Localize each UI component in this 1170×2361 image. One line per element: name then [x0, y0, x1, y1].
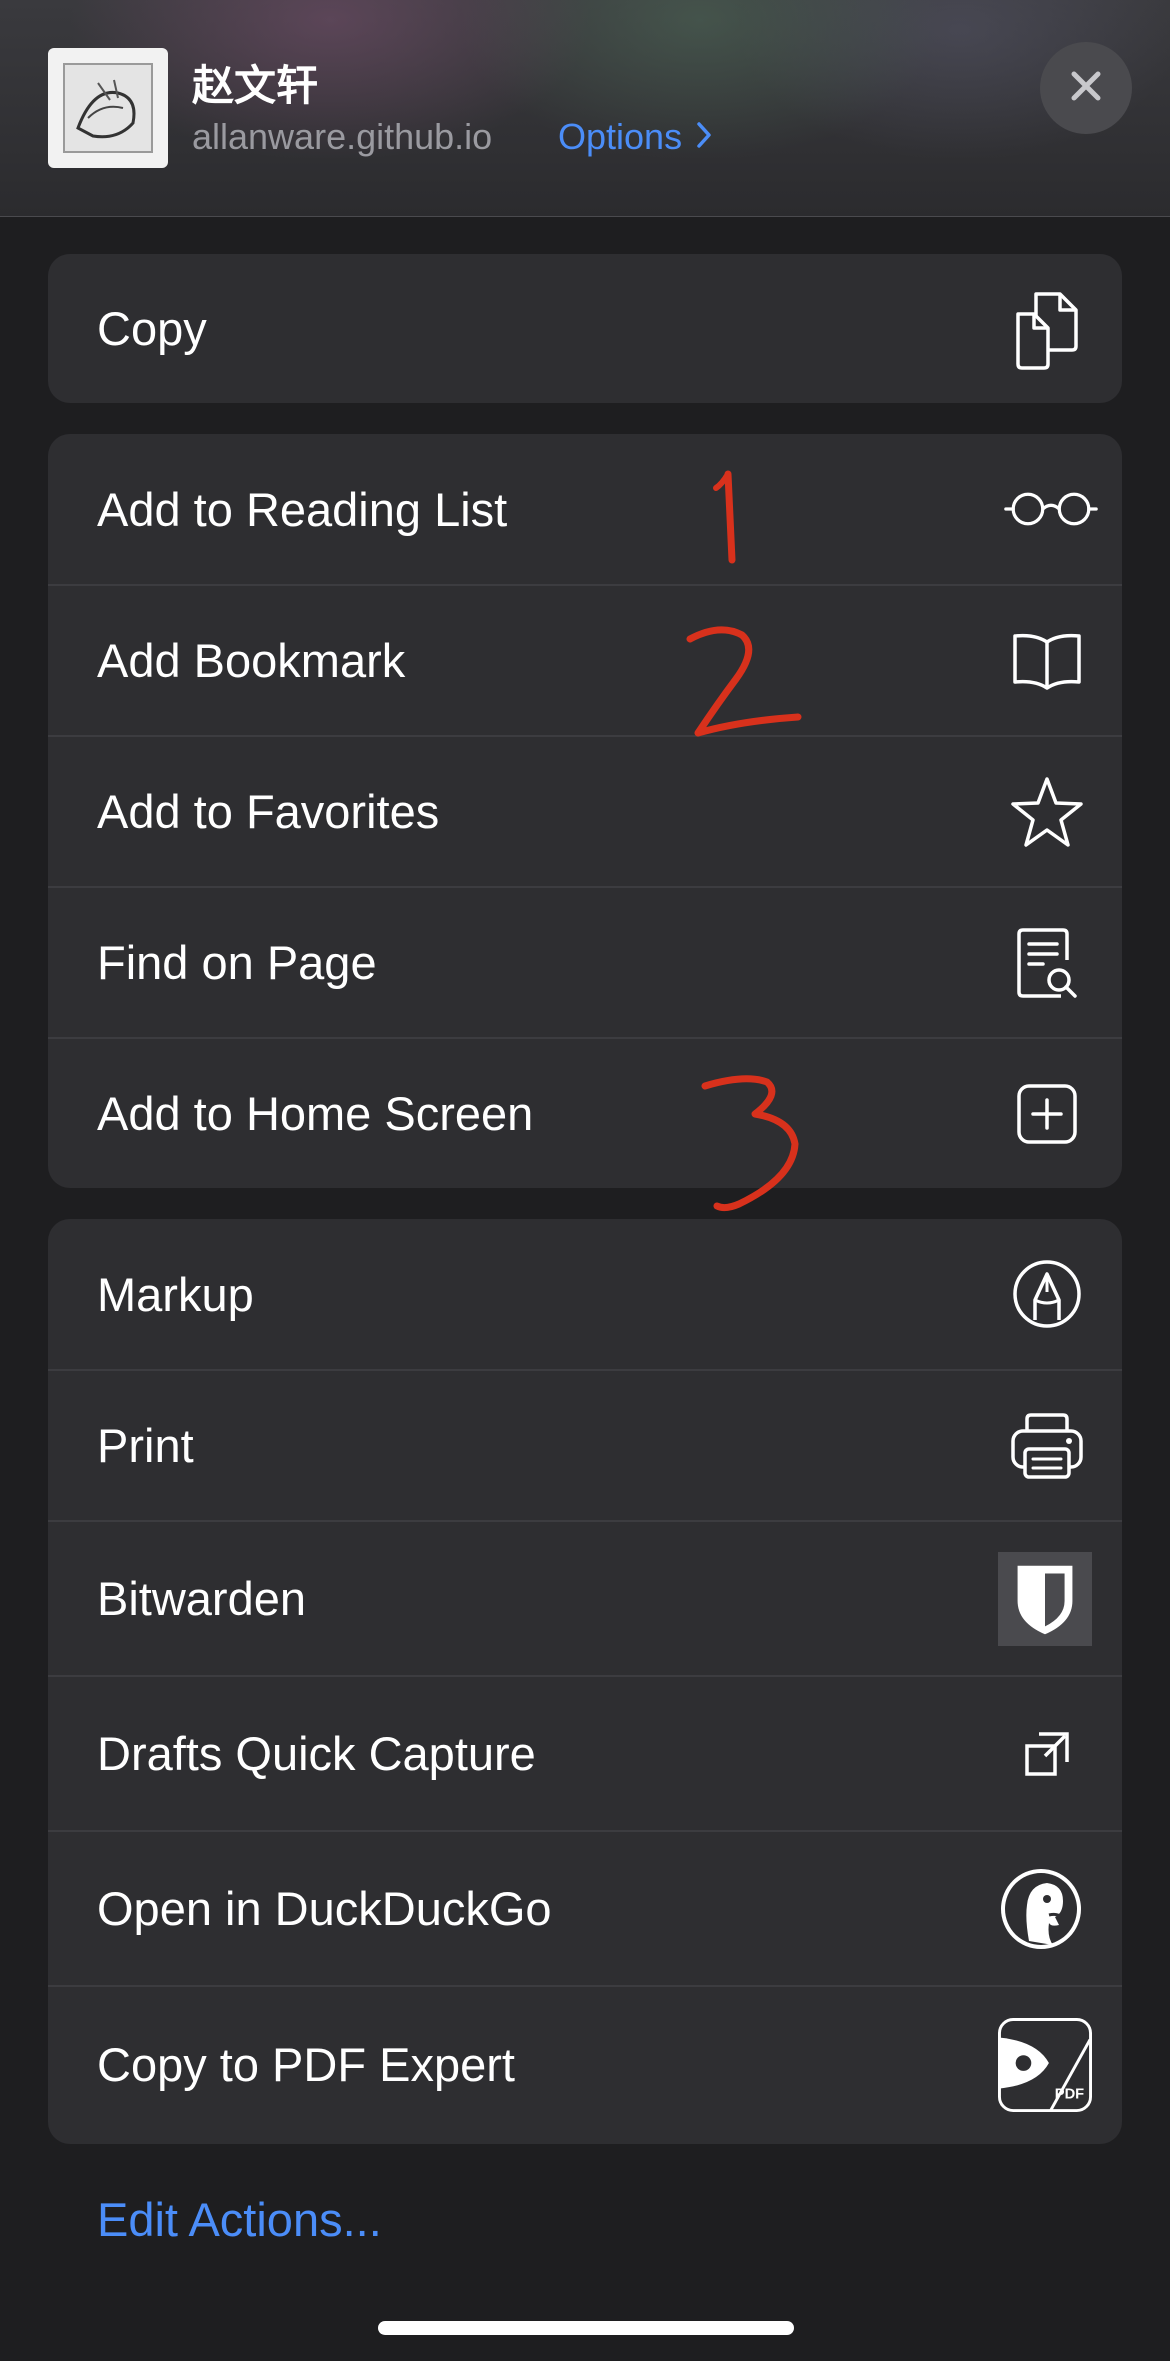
action-label: Markup	[97, 1267, 254, 1321]
options-button[interactable]: Options	[558, 116, 712, 158]
action-row-add-home-screen[interactable]: Add to Home Screen	[48, 1037, 1122, 1188]
action-row-reading-list[interactable]: Add to Reading List	[48, 434, 1122, 584]
action-label: Add to Reading List	[97, 482, 508, 536]
bitwarden-shield-icon	[998, 1551, 1092, 1646]
action-label: Add to Home Screen	[97, 1087, 534, 1140]
action-row-add-favorites[interactable]: Add to Favorites	[48, 735, 1122, 886]
options-label: Options	[558, 116, 683, 157]
pdf-expert-icon: PDF	[998, 2017, 1092, 2112]
page-actions-group: Add to Reading List Add Bookmark Add to …	[48, 434, 1122, 1188]
markup-pen-icon	[1000, 1247, 1094, 1341]
action-row-add-bookmark[interactable]: Add Bookmark	[48, 584, 1122, 735]
action-label: Print	[97, 1419, 194, 1472]
share-sheet-header: 赵文轩 allanware.github.io Options	[0, 0, 1170, 217]
duckduckgo-icon	[994, 1862, 1088, 1956]
action-row-copy[interactable]: Copy	[48, 254, 1122, 403]
printer-icon	[1000, 1399, 1094, 1493]
action-label: Add to Favorites	[97, 785, 440, 838]
close-icon	[1068, 68, 1104, 109]
action-row-markup[interactable]: Markup	[48, 1219, 1122, 1369]
drafts-icon	[1000, 1707, 1094, 1801]
action-label: Copy	[97, 302, 207, 355]
action-label: Find on Page	[97, 936, 377, 989]
action-label: Open in DuckDuckGo	[97, 1882, 552, 1935]
close-button[interactable]	[1040, 42, 1132, 134]
star-icon	[1000, 765, 1094, 859]
action-row-pdf-expert[interactable]: Copy to PDF Expert PDF	[48, 1985, 1122, 2142]
book-icon	[1000, 614, 1094, 708]
home-indicator[interactable]	[378, 2321, 794, 2335]
copy-group: Copy	[48, 254, 1122, 403]
glasses-icon	[1004, 462, 1098, 556]
action-label: Bitwarden	[97, 1572, 306, 1625]
chevron-right-icon	[696, 116, 712, 158]
copy-icon	[1000, 282, 1094, 376]
app-actions-group: Markup Print Bitwarden Drafts Quick Capt…	[48, 1219, 1122, 2144]
action-row-find-on-page[interactable]: Find on Page	[48, 886, 1122, 1037]
action-row-drafts[interactable]: Drafts Quick Capture	[48, 1675, 1122, 1830]
pdf-icon-text: PDF	[1055, 2086, 1084, 2102]
action-label: Copy to PDF Expert	[97, 2038, 515, 2091]
page-thumbnail	[48, 48, 168, 168]
action-label: Drafts Quick Capture	[97, 1727, 536, 1780]
page-url: allanware.github.io	[192, 116, 493, 157]
page-title: 赵文轩	[192, 62, 319, 109]
action-row-duckduckgo[interactable]: Open in DuckDuckGo	[48, 1830, 1122, 1985]
action-row-print[interactable]: Print	[48, 1369, 1122, 1520]
edit-actions-link[interactable]: Edit Actions...	[97, 2192, 382, 2247]
action-label: Add Bookmark	[97, 634, 406, 687]
plus-square-icon	[1000, 1067, 1094, 1161]
find-document-icon	[1000, 916, 1094, 1010]
action-row-bitwarden[interactable]: Bitwarden	[48, 1520, 1122, 1675]
